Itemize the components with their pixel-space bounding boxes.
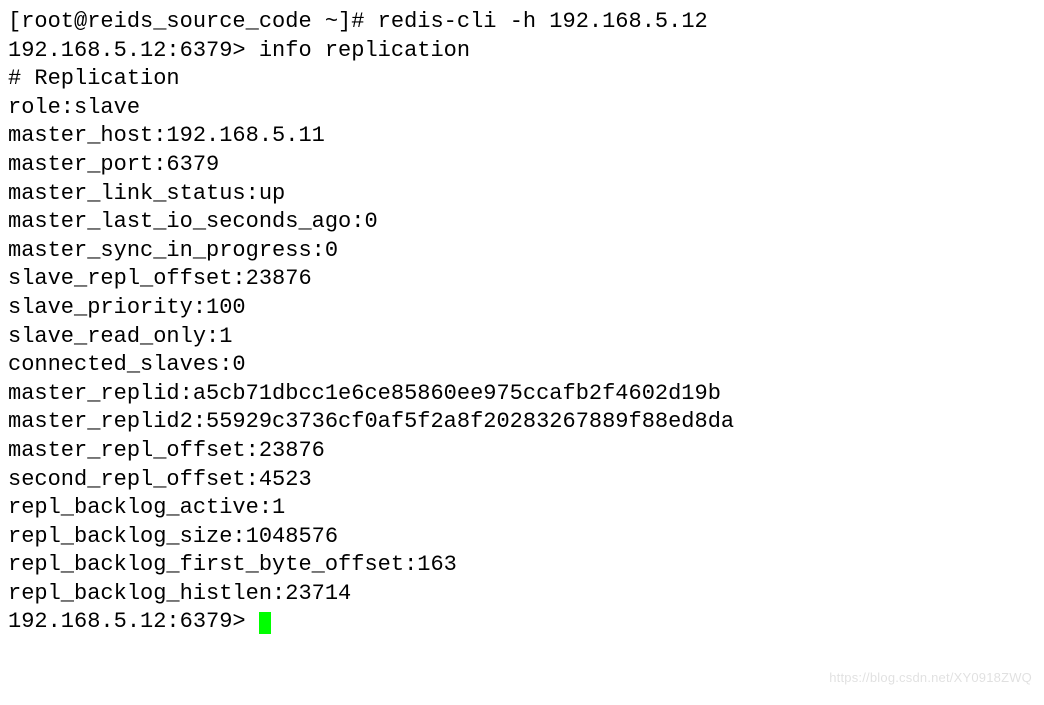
output-line: master_sync_in_progress:0	[8, 237, 1036, 266]
terminal-output: [root@reids_source_code ~]# redis-cli -h…	[8, 8, 1036, 637]
output-line: second_repl_offset:4523	[8, 466, 1036, 495]
shell-prompt: [root@reids_source_code ~]#	[8, 9, 378, 34]
section-header: # Replication	[8, 65, 1036, 94]
output-line: slave_repl_offset:23876	[8, 265, 1036, 294]
shell-line: [root@reids_source_code ~]# redis-cli -h…	[8, 8, 1036, 37]
output-line: master_last_io_seconds_ago:0	[8, 208, 1036, 237]
redis-prompt: 192.168.5.12:6379>	[8, 38, 259, 63]
output-line: master_repl_offset:23876	[8, 437, 1036, 466]
output-line: repl_backlog_active:1	[8, 494, 1036, 523]
output-line: master_port:6379	[8, 151, 1036, 180]
output-line: repl_backlog_histlen:23714	[8, 580, 1036, 609]
output-line: slave_priority:100	[8, 294, 1036, 323]
redis-prompt: 192.168.5.12:6379>	[8, 609, 259, 634]
shell-command: redis-cli -h 192.168.5.12	[378, 9, 708, 34]
redis-line: 192.168.5.12:6379> info replication	[8, 37, 1036, 66]
redis-prompt-line[interactable]: 192.168.5.12:6379>	[8, 608, 1036, 637]
cursor-icon	[259, 612, 271, 634]
output-line: master_link_status:up	[8, 180, 1036, 209]
output-line: role:slave	[8, 94, 1036, 123]
output-line: connected_slaves:0	[8, 351, 1036, 380]
output-line: slave_read_only:1	[8, 323, 1036, 352]
output-line: repl_backlog_size:1048576	[8, 523, 1036, 552]
watermark: https://blog.csdn.net/XY0918ZWQ	[829, 670, 1032, 687]
output-line: master_replid:a5cb71dbcc1e6ce85860ee975c…	[8, 380, 1036, 409]
output-line: repl_backlog_first_byte_offset:163	[8, 551, 1036, 580]
redis-command: info replication	[259, 38, 470, 63]
output-line: master_host:192.168.5.11	[8, 122, 1036, 151]
output-line: master_replid2:55929c3736cf0af5f2a8f2028…	[8, 408, 1036, 437]
